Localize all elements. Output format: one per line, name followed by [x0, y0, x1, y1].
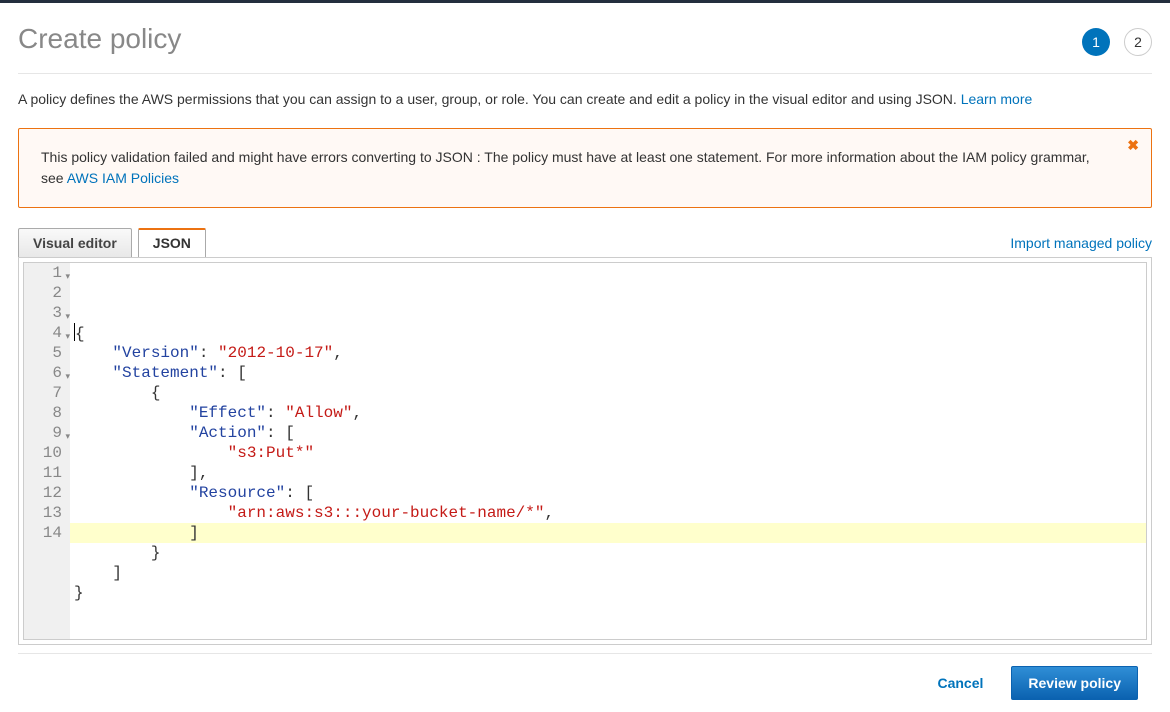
code-line[interactable]: {: [74, 383, 1142, 403]
code-line[interactable]: ],: [74, 463, 1142, 483]
import-managed-policy-link[interactable]: Import managed policy: [1010, 235, 1152, 257]
line-number: 6: [32, 363, 62, 383]
learn-more-link[interactable]: Learn more: [961, 91, 1033, 107]
code-line[interactable]: }: [74, 583, 1142, 603]
alert-text: This policy validation failed and might …: [41, 149, 1090, 186]
code-line[interactable]: ]: [74, 563, 1142, 583]
code-line[interactable]: "Effect": "Allow",: [74, 403, 1142, 423]
line-number: 5: [32, 343, 62, 363]
cancel-button[interactable]: Cancel: [931, 674, 989, 692]
code-line[interactable]: ]: [74, 523, 1142, 543]
footer-actions: Cancel Review policy: [18, 653, 1152, 712]
alert-link[interactable]: AWS IAM Policies: [67, 170, 179, 186]
step-2[interactable]: 2: [1124, 28, 1152, 56]
line-number: 9: [32, 423, 62, 443]
code-line[interactable]: "s3:Put*": [74, 443, 1142, 463]
code-line[interactable]: "Resource": [: [74, 483, 1142, 503]
line-number: 11: [32, 463, 62, 483]
line-number: 7: [32, 383, 62, 403]
code-line[interactable]: {: [74, 323, 1142, 343]
line-number: 12: [32, 483, 62, 503]
description-text: A policy defines the AWS permissions tha…: [18, 91, 961, 107]
line-number: 13: [32, 503, 62, 523]
line-number: 2: [32, 283, 62, 303]
code-line[interactable]: "Statement": [: [74, 363, 1142, 383]
tab-visual-editor[interactable]: Visual editor: [18, 228, 132, 257]
validation-alert: ✖ This policy validation failed and migh…: [18, 128, 1152, 208]
code-line[interactable]: }: [74, 543, 1142, 563]
editor-tabs: Visual editor JSON: [18, 228, 206, 257]
line-number: 8: [32, 403, 62, 423]
code-line[interactable]: "Action": [: [74, 423, 1142, 443]
editor-code[interactable]: { "Version": "2012-10-17", "Statement": …: [70, 263, 1146, 639]
line-number: 4: [32, 323, 62, 343]
editor-gutter: 1234567891011121314: [24, 263, 70, 639]
json-editor[interactable]: 1234567891011121314 { "Version": "2012-1…: [23, 262, 1147, 640]
line-number: 10: [32, 443, 62, 463]
step-indicator: 1 2: [1082, 28, 1152, 56]
line-number: 14: [32, 523, 62, 543]
step-1[interactable]: 1: [1082, 28, 1110, 56]
line-number: 1: [32, 263, 62, 283]
page-title: Create policy: [18, 23, 181, 55]
line-number: 3: [32, 303, 62, 323]
close-icon[interactable]: ✖: [1127, 135, 1139, 156]
tab-json[interactable]: JSON: [138, 228, 206, 257]
policy-description: A policy defines the AWS permissions tha…: [18, 90, 1152, 110]
editor-panel: 1234567891011121314 { "Version": "2012-1…: [18, 257, 1152, 645]
header-divider: [18, 73, 1152, 74]
code-line[interactable]: "arn:aws:s3:::your-bucket-name/*",: [74, 503, 1142, 523]
review-policy-button[interactable]: Review policy: [1011, 666, 1138, 700]
code-line[interactable]: "Version": "2012-10-17",: [74, 343, 1142, 363]
